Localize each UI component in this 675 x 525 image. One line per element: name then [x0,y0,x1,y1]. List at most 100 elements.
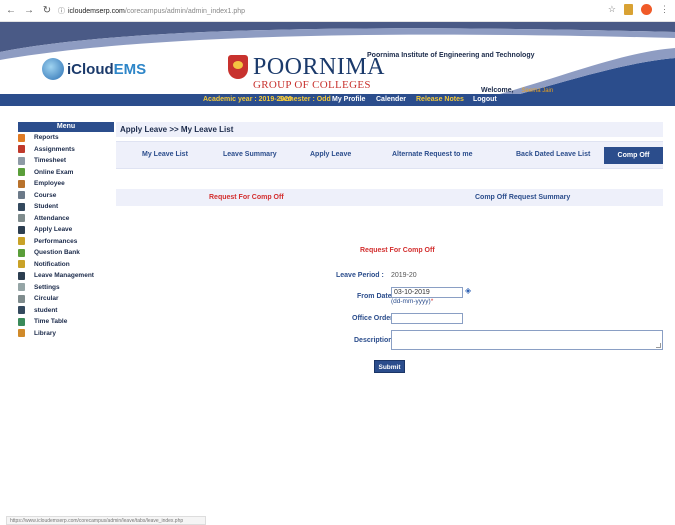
date-format-hint: (dd-mm-yyyy) [391,298,431,305]
icloudems-logo[interactable]: iCloud EMS [42,58,146,80]
cloud-logo-icon [42,58,64,80]
tab-comp-off[interactable]: Comp Off [604,147,663,164]
browser-toolbar: ← → ↻ ⓘ icloudemserp.com/corecampus/admi… [0,0,675,22]
tab-my-leave-list[interactable]: My Leave List [142,151,188,158]
address-bar[interactable]: ⓘ icloudemserp.com/corecampus/admin/admi… [58,3,318,19]
student-icon [18,202,25,211]
sidebar-item-label: Library [34,329,57,337]
description-textarea[interactable] [391,330,663,350]
sidebar-item-assignments[interactable]: Assignments [18,143,114,155]
leave-period-value: 2019-20 [391,272,417,279]
sidebar-item-label: Settings [34,283,60,291]
sidebar-item-reports[interactable]: Reports [18,132,114,144]
sidebar-item-label: Student [34,203,59,211]
from-date-input[interactable] [391,287,463,298]
back-arrow-icon[interactable]: ← [4,5,18,16]
sidebar-item-question-bank[interactable]: Question Bank [18,247,114,259]
tab-leave-summary[interactable]: Leave Summary [223,151,277,158]
sidebar-item-library[interactable]: Library [18,327,114,339]
sidebar-item-label: Performances [34,237,78,245]
figure-icon [18,271,25,280]
comp-off-summary-link[interactable]: Comp Off Request Summary [475,194,570,201]
sidebar-item-leave-management[interactable]: Leave Management [18,270,114,282]
from-date-hint: (dd-mm-yyyy)* [391,298,433,305]
sidebar-item-label: Timesheet [34,157,67,165]
sidebar-item-label: Course [34,191,57,199]
ems-logo-primary: iCloud [67,60,114,78]
books-icon [18,329,25,338]
sidebar-item-performances[interactable]: Performances [18,235,114,247]
sidebar-item-apply-leave[interactable]: Apply Leave [18,224,114,236]
crest-icon [228,55,248,79]
sidebar-item-label: Leave Management [34,272,94,280]
office-order-label: Office Order: [352,315,396,322]
menu-title: Menu [18,122,114,132]
profile-avatar-icon[interactable] [641,4,652,15]
office-order-input[interactable] [391,313,463,324]
my-profile-link[interactable]: My Profile [332,96,365,103]
pie-chart-icon [18,133,25,142]
tab-alternate-request[interactable]: Alternate Request to me [392,151,473,158]
sidebar-item-settings[interactable]: Settings [18,281,114,293]
sidebar-item-attendance[interactable]: Attendance [18,212,114,224]
question-icon [18,248,25,257]
gear-icon [18,283,25,292]
megaphone-icon [18,260,25,269]
release-notes-link[interactable]: Release Notes [416,96,464,103]
sidebar-item-circular[interactable]: Circular [18,293,114,305]
stamp-icon [18,214,25,223]
check-icon [18,168,25,177]
calendar-icon [18,145,25,154]
book-icon [18,191,25,200]
ems-logo-secondary: EMS [113,60,147,78]
sidebar-item-label: Circular [34,295,59,303]
semester: Semester : Odd [279,96,331,103]
extension-icon[interactable] [624,4,633,15]
tab-back-dated-leave-list[interactable]: Back Dated Leave List [516,151,590,158]
sidebar-item-employee[interactable]: Employee [18,178,114,190]
sidebar-item-label: Apply Leave [34,226,73,234]
student-icon [18,306,25,315]
forward-arrow-icon[interactable]: → [22,5,36,16]
welcome-text: Welcome, Seema Jain [481,87,553,94]
url-path: /corecampus/admin/admin_index1.php [124,7,246,15]
reload-icon[interactable]: ↻ [40,5,54,16]
leave-period-label: Leave Period : [336,272,384,279]
required-mark: * [430,298,434,305]
logout-link[interactable]: Logout [473,96,497,103]
sidebar-menu: Menu Reports Assignments Timesheet Online E… [18,122,114,339]
calendar-picker-icon[interactable]: ◈ [465,286,471,295]
sidebar-item-label: Attendance [34,214,70,222]
sidebar-item-course[interactable]: Course [18,189,114,201]
status-url: https://www.icloudemserp.com/corecampus/… [6,516,206,525]
sidebar-item-notification[interactable]: Notification [18,258,114,270]
tab-bar: My Leave List Leave Summary Apply Leave … [116,141,663,169]
request-comp-off-link[interactable]: Request For Comp Off [209,194,284,201]
group-logo-sub: GROUP OF COLLEGES [253,79,371,91]
form-title: Request For Comp Off [360,247,435,254]
welcome-label: Welcome, [481,87,514,94]
tab-apply-leave[interactable]: Apply Leave [310,151,351,158]
description-label: Description: [354,337,395,344]
sidebar-item-student[interactable]: student [18,304,114,316]
comp-off-subtabs: Request For Comp Off Comp Off Request Su… [116,189,663,206]
browser-menu-icon[interactable]: ⋮ [660,4,669,15]
submit-button[interactable]: Submit [374,360,405,373]
sidebar-item-student[interactable]: Student [18,201,114,213]
sidebar-item-label: Employee [34,180,65,188]
sidebar-item-label: Notification [34,260,70,268]
sidebar-item-time-table[interactable]: Time Table [18,316,114,328]
runner-icon [18,225,25,234]
sidebar-item-label: Online Exam [34,168,74,176]
sidebar-item-timesheet[interactable]: Timesheet [18,155,114,167]
info-icon[interactable]: ⓘ [58,6,65,16]
url-host: icloudemserp.com [68,7,125,15]
bookmark-star-icon[interactable]: ☆ [608,4,616,15]
poornima-logo: POORNIMA GROUP OF COLLEGES [228,55,385,91]
top-nav-bar: Academic year : 2019-2020 Semester : Odd… [0,94,675,106]
trophy-icon [18,237,25,246]
sidebar-item-online-exam[interactable]: Online Exam [18,166,114,178]
calender-link[interactable]: Calender [376,96,406,103]
group-logo-main: POORNIMA [253,54,386,80]
breadcrumb: Apply Leave >> My Leave List [116,122,663,137]
